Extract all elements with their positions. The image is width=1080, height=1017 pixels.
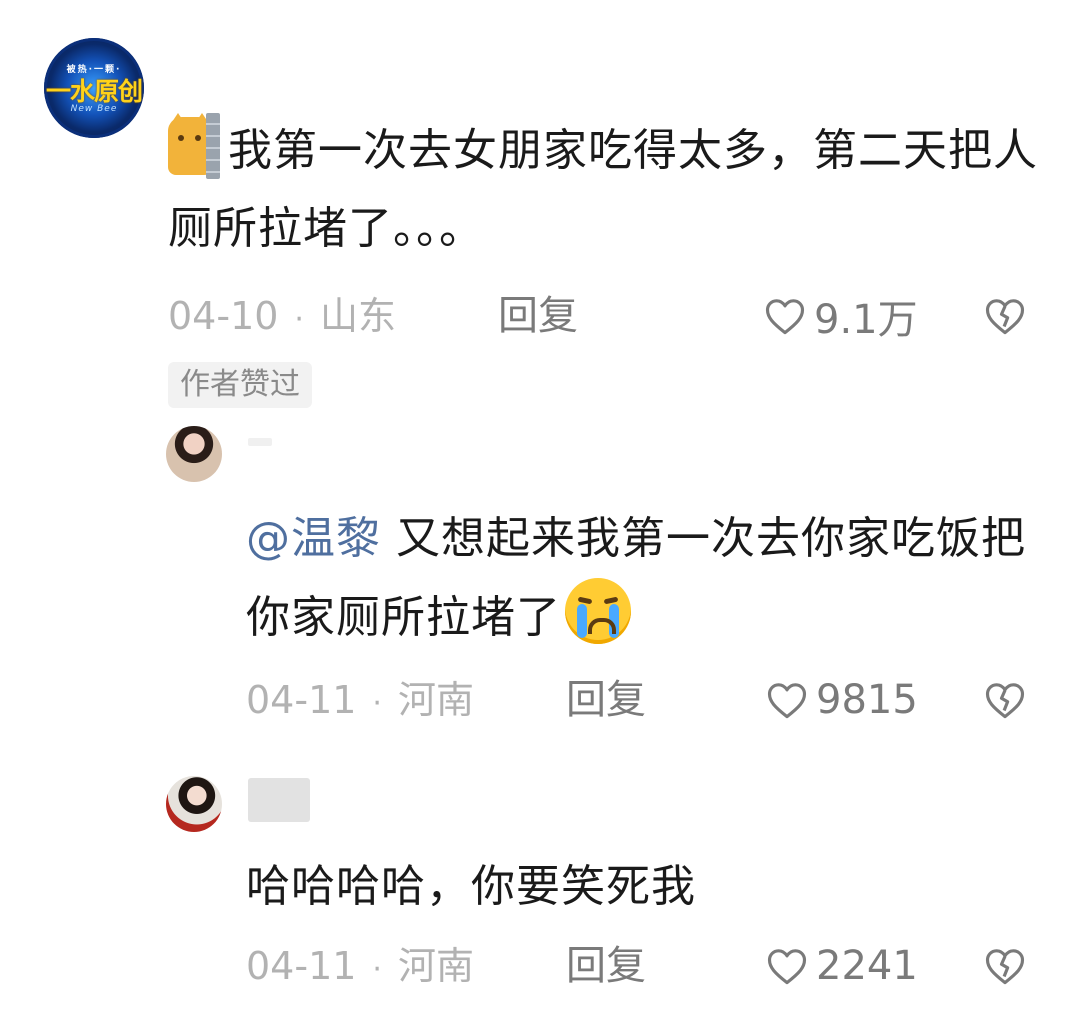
reply-text: @温黎 又想起来我第一次去你家吃饭把你家厕所拉堵了	[246, 500, 1036, 657]
cat-wall-emoji-icon	[168, 113, 220, 179]
crying-face-emoji-icon	[565, 578, 631, 644]
reply-button[interactable]: 回复	[566, 942, 646, 990]
comment-meta: 04-10 · 山东	[168, 292, 396, 340]
comment-region: 山东	[319, 294, 396, 338]
reply-region: 河南	[397, 678, 474, 722]
reply-date: 04-11	[246, 944, 357, 988]
avatar-logo-sub: New Bee	[70, 104, 118, 114]
broken-heart-icon[interactable]	[984, 679, 1026, 721]
like-button[interactable]: 9815	[766, 676, 918, 724]
like-count: 9.1万	[814, 297, 918, 343]
like-button[interactable]: 2241	[766, 942, 918, 990]
like-count: 2241	[816, 943, 918, 989]
reply-meta: 04-11 · 河南	[246, 676, 474, 724]
commenter-avatar[interactable]: 被热·一颗· 一水原创 New Bee	[44, 38, 144, 138]
broken-heart-icon[interactable]	[984, 945, 1026, 987]
reply-avatar[interactable]	[166, 776, 222, 832]
reply-date: 04-11	[246, 678, 357, 722]
like-button[interactable]: 9.1万	[764, 292, 918, 343]
like-count: 9815	[816, 677, 918, 723]
reply-meta: 04-11 · 河南	[246, 942, 474, 990]
author-liked-badge: 作者赞过	[168, 362, 312, 408]
meta-separator: ·	[294, 302, 304, 337]
reply-button[interactable]: 回复	[566, 676, 646, 724]
blurred-username	[248, 438, 272, 446]
reply-button[interactable]: 回复	[498, 292, 578, 340]
broken-heart-icon[interactable]	[984, 295, 1026, 337]
reply-region: 河南	[397, 944, 474, 988]
meta-separator: ·	[372, 952, 382, 987]
heart-outline-icon	[767, 949, 807, 985]
mention-link[interactable]: @温黎	[246, 513, 381, 564]
heart-outline-icon	[765, 299, 805, 335]
comment-body: 我第一次去女朋家吃得太多，第二天把人厕所拉堵了。。。	[168, 125, 1038, 254]
comment-date: 04-10	[168, 294, 279, 338]
reply-avatar[interactable]	[166, 426, 222, 482]
heart-outline-icon	[767, 683, 807, 719]
avatar-logo-text: 一水原创	[45, 77, 143, 106]
reply-text: 哈哈哈哈，你要笑死我	[246, 848, 1036, 926]
comment-text: 我第一次去女朋家吃得太多，第二天把人厕所拉堵了。。。	[168, 112, 1048, 268]
reply-body: 哈哈哈哈，你要笑死我	[246, 861, 696, 912]
meta-separator: ·	[372, 686, 382, 721]
blurred-username	[248, 778, 310, 822]
